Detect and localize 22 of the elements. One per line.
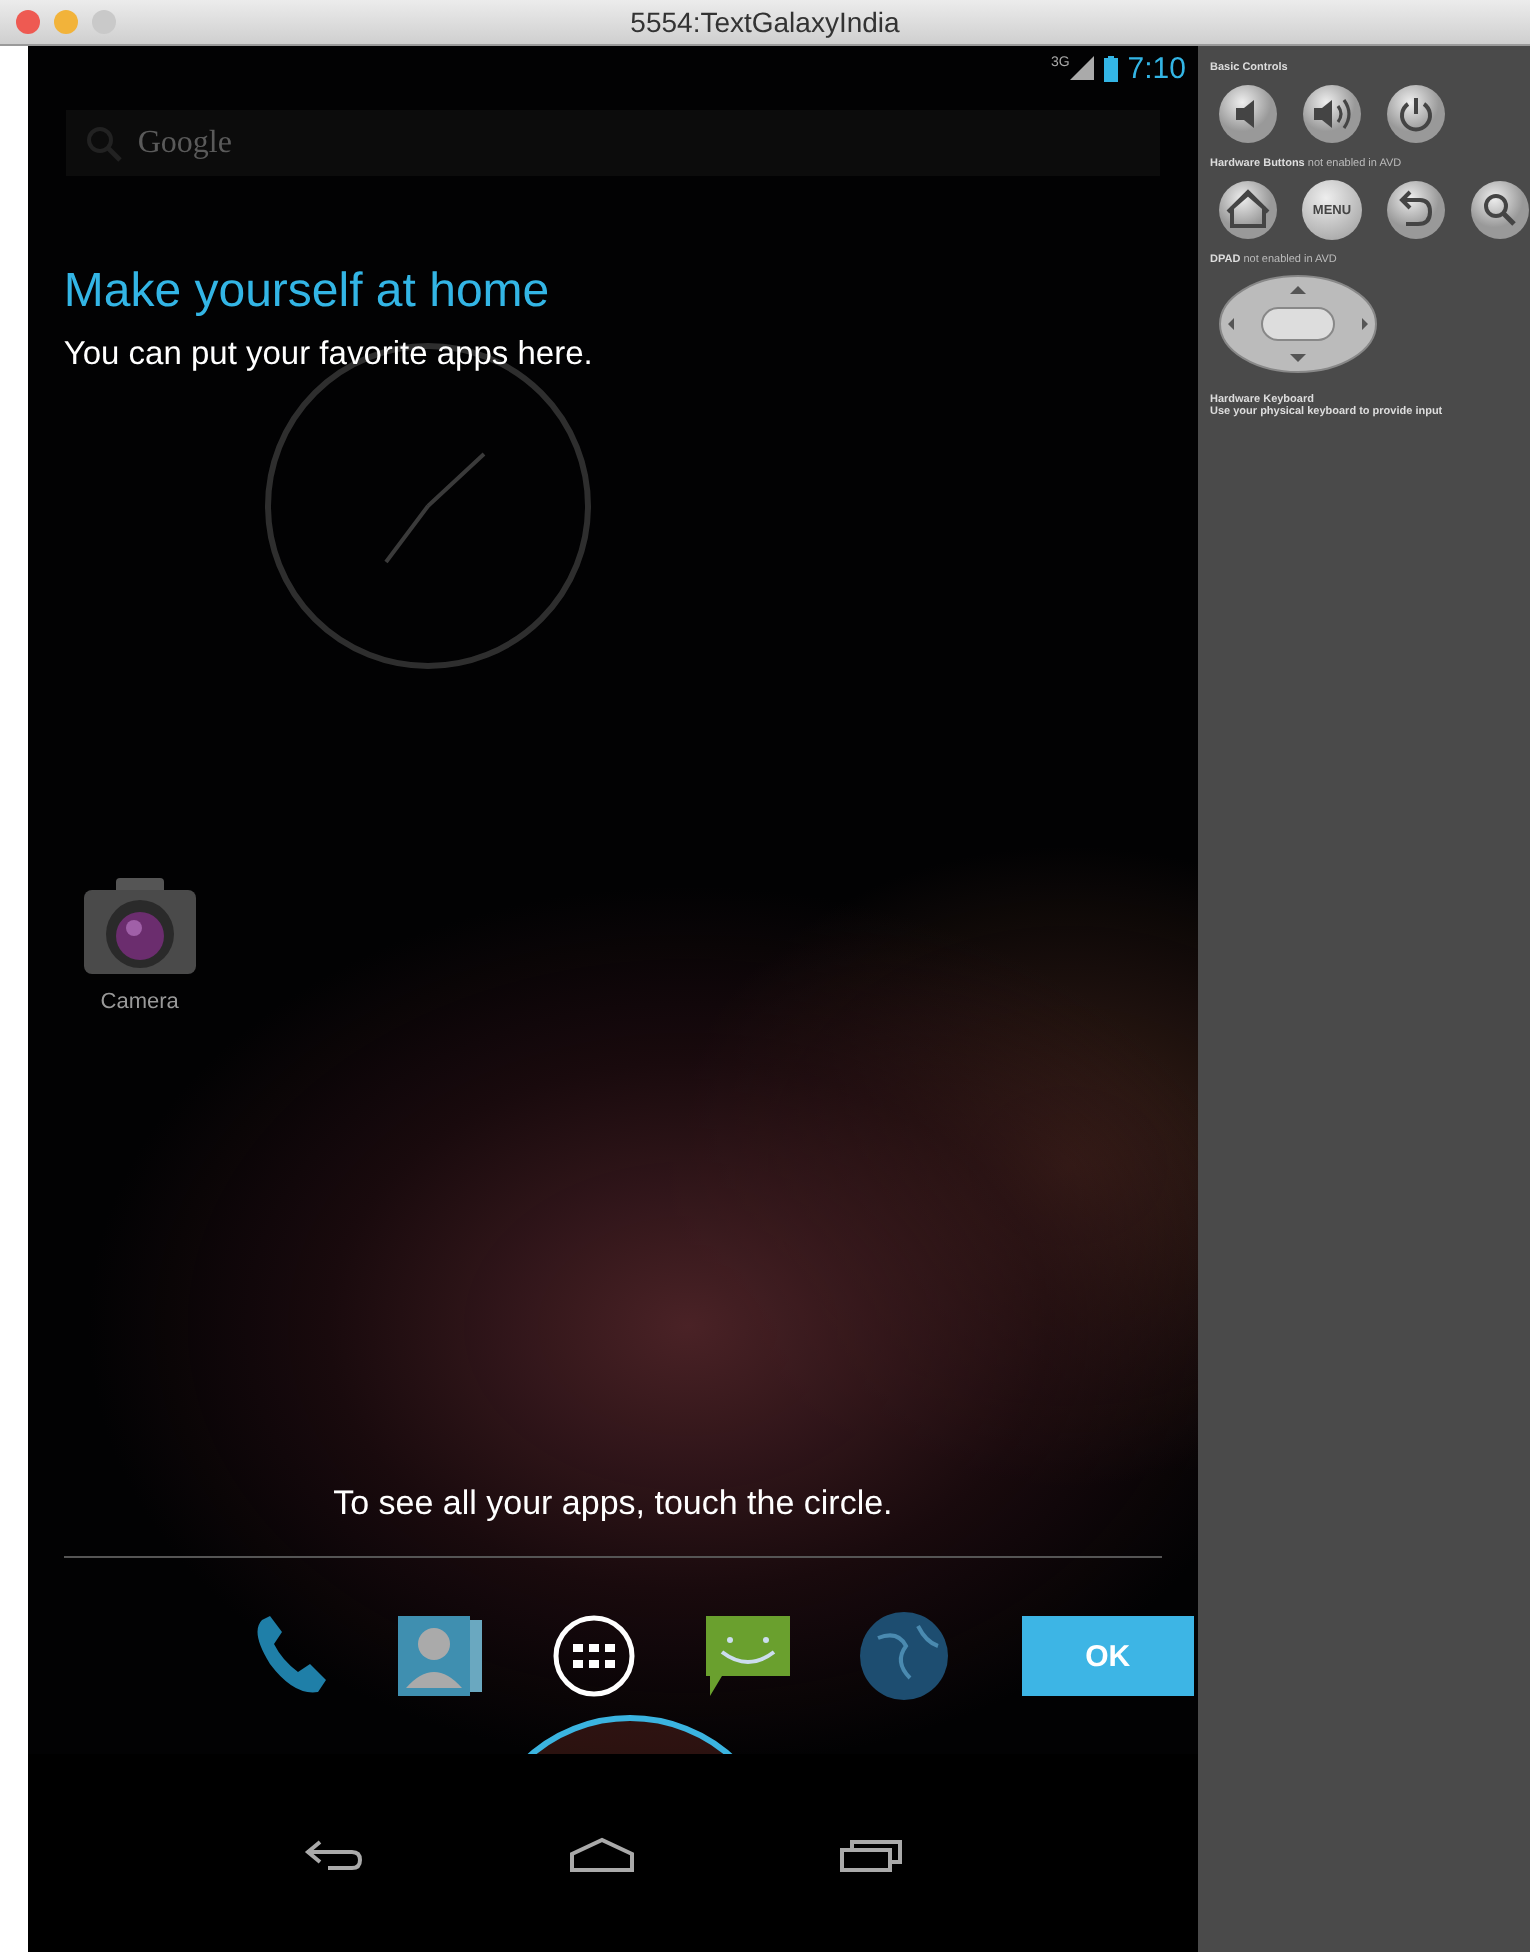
power-button[interactable] <box>1386 84 1446 144</box>
clock-text: 7:10 <box>1127 51 1186 85</box>
cling-title: Make yourself at home <box>63 264 552 320</box>
contact-card-icon[interactable] <box>393 1612 486 1700</box>
window-title: 5554:TextGalaxyIndia <box>630 6 900 38</box>
app-label[interactable]: Camera <box>100 990 179 1014</box>
smiley-message-icon[interactable] <box>701 1612 794 1700</box>
search-button[interactable] <box>1470 180 1530 240</box>
cling-text: You can put your favorite apps here. <box>63 336 595 374</box>
globe-icon[interactable] <box>857 1610 950 1702</box>
camera-icon[interactable] <box>79 874 200 978</box>
volume-up-button[interactable] <box>1302 84 1362 144</box>
back-button[interactable] <box>1386 180 1446 240</box>
dpad-control[interactable] <box>1218 274 1378 374</box>
signal-bars-drawing <box>1069 56 1094 80</box>
home-button[interactable] <box>1218 180 1278 240</box>
window-control-button[interactable] <box>16 10 40 34</box>
all-apps-icon[interactable] <box>549 1612 638 1700</box>
hint-text: To see all your apps, touch the circle. <box>331 1484 895 1524</box>
volume-down-button[interactable] <box>1218 84 1278 144</box>
home-icon[interactable] <box>568 1833 637 1873</box>
battery-icon <box>1103 55 1118 81</box>
